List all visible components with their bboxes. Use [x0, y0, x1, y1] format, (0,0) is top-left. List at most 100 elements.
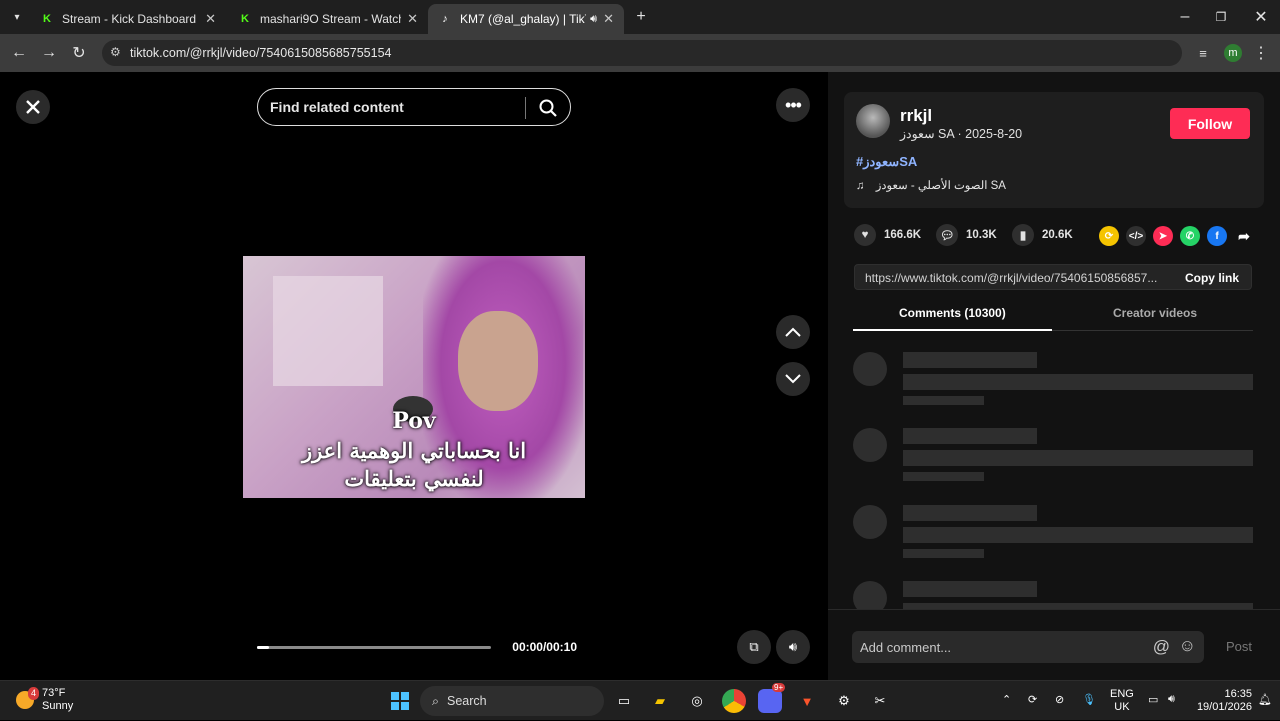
close-window-icon[interactable]: ✕: [1246, 2, 1276, 32]
hashtag-link[interactable]: #سعودزSA: [856, 154, 917, 170]
sync-icon[interactable]: ⟳: [1028, 693, 1037, 706]
progress-bar[interactable]: [257, 646, 491, 649]
brave-icon[interactable]: ▼: [795, 689, 819, 713]
username[interactable]: rrkjl: [900, 106, 932, 126]
tiktok-page: Find related content Pov انا بحساباتي ال…: [0, 72, 1280, 680]
reload-icon[interactable]: ↻: [64, 38, 94, 68]
comment-skeleton: [853, 352, 1253, 412]
maximize-icon[interactable]: ❐: [1206, 2, 1236, 32]
taskbar-search[interactable]: ⌕ Search: [420, 686, 604, 716]
weather-badge: 4: [28, 687, 40, 700]
chevron-down-icon: [785, 374, 801, 384]
kick-icon: K: [241, 13, 249, 25]
network-off-icon[interactable]: ⊘: [1055, 693, 1064, 706]
pip-button[interactable]: ⧉: [737, 630, 771, 664]
tab-kick-dashboard[interactable]: K Stream - Kick Dashboard ✕: [30, 4, 226, 34]
video-bg-sign: [273, 276, 383, 386]
tab-creator-videos[interactable]: Creator videos: [1113, 306, 1197, 320]
volume-icon[interactable]: 🔊︎: [1168, 693, 1175, 706]
facebook-icon[interactable]: f: [1207, 226, 1227, 246]
close-tab-icon[interactable]: ✕: [603, 11, 614, 27]
forward-icon[interactable]: →: [34, 38, 64, 68]
tab-underline: [853, 329, 1052, 331]
clock[interactable]: 16:35 19/01/2026: [1192, 688, 1252, 714]
search-icon[interactable]: [538, 98, 558, 118]
microphone-icon[interactable]: 🎙︎: [1082, 693, 1096, 706]
speaker-icon[interactable]: 🔊︎: [590, 13, 597, 26]
address-bar[interactable]: ⚙ tiktok.com/@rrkjl/video/75406150856857…: [102, 40, 1182, 66]
menu-icon[interactable]: ⋮: [1246, 38, 1276, 68]
repost-icon[interactable]: ⟳: [1099, 226, 1119, 246]
comment-skeleton: [853, 428, 1253, 488]
taskbar-search-label: Search: [447, 694, 487, 708]
heart-icon: ♥: [854, 224, 876, 246]
author-subline: سعودز SA · 2025-8-20: [900, 127, 1023, 141]
volume-button[interactable]: 🔊︎: [776, 630, 810, 664]
whatsapp-icon[interactable]: ✆: [1180, 226, 1200, 246]
comment-input[interactable]: Add comment... @ ☺: [852, 631, 1204, 663]
close-tab-icon[interactable]: ✕: [205, 11, 216, 27]
close-icon: [26, 100, 40, 114]
follow-button[interactable]: Follow: [1170, 108, 1250, 139]
embed-icon[interactable]: </>: [1126, 226, 1146, 246]
capcut-icon[interactable]: ✂: [868, 689, 892, 713]
tab-search-icon[interactable]: ▾: [2, 2, 32, 32]
comment-bar: Add comment... @ ☺ Post: [828, 609, 1280, 680]
comment-count: 10.3K: [966, 229, 997, 241]
close-video-button[interactable]: [16, 90, 50, 124]
comment-icon: 💬︎: [936, 224, 958, 246]
weather-desc: Sunny: [42, 700, 74, 712]
video-frame[interactable]: Pov انا بحساباتي الوهمية اعزز لنفسي بتعل…: [243, 256, 585, 498]
steam-icon[interactable]: ⚙: [832, 689, 856, 713]
previous-video-button[interactable]: [776, 315, 810, 349]
video-caption-line3: لنفسي بتعليقات: [344, 466, 484, 491]
chrome-icon[interactable]: [722, 689, 746, 713]
weather-temp: 73°F: [42, 687, 66, 699]
language-indicator[interactable]: ENG UK: [1110, 688, 1134, 714]
send-icon[interactable]: ➤: [1153, 226, 1173, 246]
search-placeholder: Find related content: [270, 99, 404, 115]
bookmark-icon: ▮: [1012, 224, 1034, 246]
video-player[interactable]: Find related content Pov انا بحساباتي ال…: [243, 72, 585, 680]
chevron-up-icon[interactable]: ⌃: [1002, 693, 1011, 706]
display-icon[interactable]: ▭: [1148, 693, 1158, 706]
media-control-icon[interactable]: ≡: [1188, 38, 1218, 68]
progress-row: 00:00/00:10: [257, 637, 577, 657]
avatar[interactable]: [856, 104, 890, 138]
tab-comments[interactable]: Comments (10300): [899, 306, 1006, 320]
music-row[interactable]: ♫ الصوت الأصلي - سعودز SA: [856, 178, 1006, 192]
profile-avatar[interactable]: m: [1224, 44, 1242, 62]
video-caption-line2: انا بحساباتي الوهمية اعزز: [301, 438, 527, 463]
more-options-button[interactable]: •••: [776, 88, 810, 122]
new-tab-icon[interactable]: +: [626, 2, 656, 32]
task-view-icon[interactable]: ▭: [612, 689, 636, 713]
tab-mashari-stream[interactable]: K mashari9O Stream - Watch Live ✕: [228, 4, 428, 34]
close-tab-icon[interactable]: ✕: [407, 11, 418, 27]
video-time: 00:00/00:10: [512, 640, 577, 654]
app-icon[interactable]: ◎: [685, 689, 709, 713]
tab-title: mashari9O Stream - Watch Live: [260, 12, 401, 26]
mention-icon[interactable]: @: [1153, 637, 1170, 657]
emoji-icon[interactable]: ☺: [1179, 636, 1196, 656]
notification-icon[interactable]: 🔔︎: [1258, 693, 1272, 706]
discord-icon[interactable]: 9+: [758, 683, 786, 713]
comment-button[interactable]: 💬︎ 10.3K: [936, 224, 997, 246]
copy-link-button[interactable]: Copy link: [1185, 271, 1239, 285]
tab-strip: ▾ K Stream - Kick Dashboard ✕ K mashari9…: [0, 0, 1280, 34]
panel-tabs: Comments (10300) Creator videos: [853, 298, 1253, 331]
file-explorer-icon[interactable]: ▰: [648, 689, 672, 713]
tab-tiktok[interactable]: ♪ KM7 (@al_ghalay) | TikTok 🔊︎ ✕: [428, 4, 624, 34]
share-icon[interactable]: ➦: [1234, 226, 1254, 246]
weather-widget[interactable]: 4 73°F Sunny: [14, 687, 73, 713]
related-search-input[interactable]: Find related content: [257, 88, 571, 126]
post-button[interactable]: Post: [1226, 639, 1252, 654]
site-info-icon[interactable]: ⚙: [110, 45, 121, 59]
search-icon: ⌕: [432, 693, 440, 708]
save-button[interactable]: ▮ 20.6K: [1012, 224, 1073, 246]
url-text: tiktok.com/@rrkjl/video/7540615085685755…: [130, 46, 392, 60]
like-button[interactable]: ♥ 166.6K: [854, 224, 921, 246]
minimize-icon[interactable]: –: [1170, 2, 1200, 32]
windows-start-icon[interactable]: [388, 689, 412, 713]
back-icon[interactable]: ←: [4, 38, 34, 68]
next-video-button[interactable]: [776, 362, 810, 396]
